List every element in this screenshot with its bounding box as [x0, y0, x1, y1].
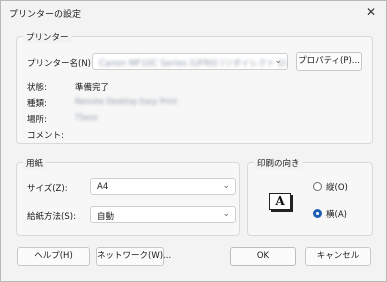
paper-size-select[interactable]: A4 ⌄	[90, 178, 236, 195]
landscape-radio[interactable]	[313, 209, 322, 218]
network-button[interactable]: ネットワーク(W)...	[96, 247, 171, 266]
title-bar: プリンターの設定 ✕	[1, 1, 386, 23]
chevron-down-icon: ⌄	[222, 181, 230, 191]
chevron-down-icon: ⌄	[222, 209, 230, 219]
landscape-label[interactable]: 横(A)	[326, 208, 347, 220]
orientation-preview-icon: A	[269, 193, 293, 212]
properties-button[interactable]: プロパティ(P)...	[296, 52, 362, 71]
paper-group-label: 用紙	[23, 157, 47, 169]
comment-label: コメント:	[27, 131, 64, 141]
paper-source-label: 給紙方法(S):	[27, 212, 76, 222]
portrait-label[interactable]: 縦(O)	[326, 181, 348, 193]
printer-name-value: Canon MF10C Series (UFRII) (リダイレクト 2)	[99, 59, 287, 69]
portrait-radio[interactable]	[313, 182, 322, 191]
type-value: Remote Desktop Easy Print	[75, 97, 177, 106]
orientation-group: 印刷の向き A 縦(O) 横(A)	[247, 157, 373, 236]
close-icon[interactable]: ✕	[356, 1, 386, 23]
type-label: 種類:	[27, 99, 47, 109]
location-value: TSxxx	[75, 113, 98, 122]
paper-source-value: 自動	[97, 212, 115, 222]
chevron-down-icon: ⌄	[274, 56, 282, 66]
paper-size-value: A4	[97, 182, 109, 192]
printer-name-select[interactable]: Canon MF10C Series (UFRII) (リダイレクト 2) ⌄	[92, 53, 288, 70]
printer-settings-dialog: プリンターの設定 ✕ プリンター プリンター名(N): Canon MF10C …	[0, 0, 387, 282]
paper-source-select[interactable]: 自動 ⌄	[90, 206, 236, 223]
orientation-group-label: 印刷の向き	[254, 157, 303, 169]
window-title: プリンターの設定	[9, 10, 82, 20]
printer-group-label: プリンター	[23, 31, 72, 43]
paper-group: 用紙 サイズ(Z): A4 ⌄ 給紙方法(S): 自動 ⌄	[16, 157, 240, 236]
help-button[interactable]: ヘルプ(H)	[17, 247, 90, 266]
status-value: 準備完了	[75, 83, 110, 93]
paper-size-label: サイズ(Z):	[27, 184, 68, 194]
location-label: 場所:	[27, 115, 47, 125]
printer-group: プリンター プリンター名(N): Canon MF10C Series (UFR…	[16, 31, 373, 144]
printer-name-label: プリンター名(N):	[27, 59, 94, 69]
cancel-button[interactable]: キャンセル	[305, 247, 371, 266]
ok-button[interactable]: OK	[230, 247, 296, 266]
status-label: 状態:	[27, 83, 47, 93]
